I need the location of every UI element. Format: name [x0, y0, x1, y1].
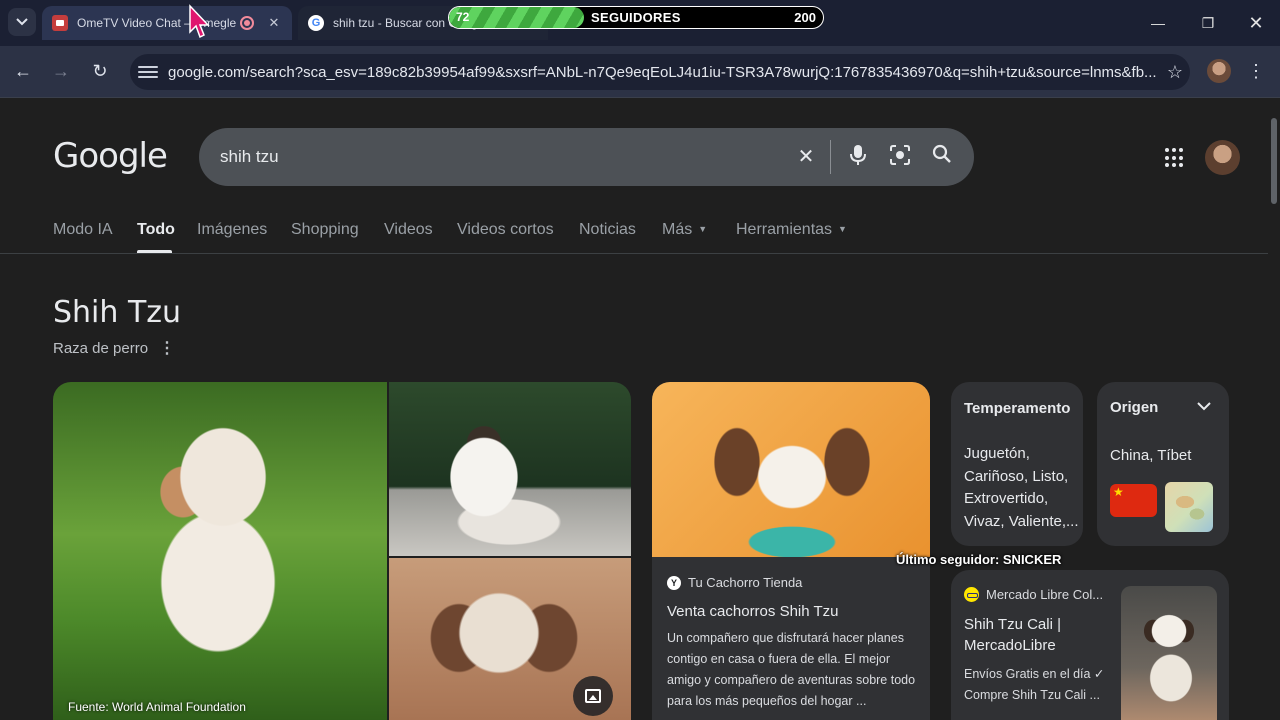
chevron-down-icon [16, 18, 28, 26]
mercadolibre-card[interactable]: Mercado Libre Col... Shih Tzu Cali | Mer… [951, 570, 1229, 720]
chevron-down-icon[interactable] [1197, 398, 1211, 414]
bookmark-star-icon[interactable]: ☆ [1160, 62, 1190, 83]
knowledge-panel-title: Shih Tzu [53, 295, 182, 330]
close-window-button[interactable]: ✕ [1241, 8, 1271, 38]
scrollbar-thumb[interactable] [1271, 118, 1277, 204]
followers-label: SEGUIDORES [591, 10, 681, 25]
store-card-description: Un compañero que disfrutará hacer planes… [667, 631, 916, 708]
profile-avatar[interactable] [1207, 59, 1231, 83]
scrollbar[interactable] [1268, 98, 1280, 720]
account-avatar[interactable] [1205, 140, 1240, 175]
image-source: Fuente: World Animal Foundation [68, 700, 246, 714]
china-flag-icon[interactable]: ★ [1110, 484, 1157, 517]
store-card[interactable]: Y Tu Cachorro Tienda Venta cachorros Shi… [652, 382, 930, 720]
google-logo[interactable]: Google [53, 136, 168, 176]
caret-down-icon: ▼ [838, 224, 847, 234]
search-tabs: Modo IA Todo Imágenes Shopping Videos Vi… [0, 218, 1268, 254]
tibet-map-image[interactable] [1165, 482, 1213, 532]
more-options-icon[interactable]: ⋮ [159, 338, 175, 358]
tab-imagenes[interactable]: Imágenes [197, 221, 267, 239]
reload-button[interactable]: ↻ [86, 57, 114, 85]
temperament-card[interactable]: Temperamento Juguetón, Cariñoso, Listo, … [951, 382, 1083, 546]
origin-text: China, Tíbet [1110, 447, 1192, 464]
shih-tzu-image-main[interactable] [53, 382, 387, 720]
ml-source-name: Mercado Libre Col... [986, 587, 1104, 602]
back-button[interactable]: ← [9, 57, 37, 85]
tab-todo[interactable]: Todo [137, 221, 175, 239]
caret-down-icon: ▼ [698, 224, 708, 234]
store-favicon-icon: Y [667, 575, 681, 590]
temperament-title: Temperamento [964, 400, 1071, 417]
knowledge-panel-subtitle: Raza de perro [53, 340, 149, 357]
ml-card-image[interactable] [1121, 586, 1217, 720]
browser-window: OmeTV Video Chat – Omegle ✕ G shih tzu -… [0, 0, 1280, 720]
clear-search-icon[interactable]: ✕ [793, 144, 819, 170]
followers-goal: 200 [794, 10, 816, 25]
browser-toolbar: ← → ↻ google.com/search?sca_esv=189c82b3… [0, 46, 1280, 98]
tab-videos[interactable]: Videos [384, 221, 433, 239]
minimize-button[interactable]: — [1143, 8, 1173, 38]
last-follower-overlay: Último seguidor: SNICKER [896, 552, 1062, 567]
ml-source[interactable]: Mercado Libre Col... [964, 587, 1103, 602]
followers-current: 72 [456, 10, 470, 24]
image-icon [585, 689, 601, 703]
store-card-image[interactable] [652, 382, 930, 557]
microphone-icon[interactable] [845, 144, 871, 170]
tab-modo-ia[interactable]: Modo IA [53, 221, 113, 239]
mercadolibre-favicon-icon [964, 587, 979, 602]
tab-ometv[interactable]: OmeTV Video Chat – Omegle ✕ [42, 6, 292, 40]
tab-herramientas-label: Herramientas [736, 221, 833, 238]
active-tab-indicator [137, 250, 172, 253]
tab-herramientas[interactable]: Herramientas ▼ [736, 221, 847, 239]
store-source-name: Tu Cachorro Tienda [688, 575, 803, 590]
image-collage[interactable]: Fuente: World Animal Foundation [53, 382, 631, 720]
url-text[interactable]: google.com/search?sca_esv=189c82b39954af… [168, 64, 1160, 81]
address-bar[interactable]: google.com/search?sca_esv=189c82b39954af… [130, 54, 1190, 90]
forward-button[interactable]: → [47, 57, 75, 85]
search-input[interactable]: shih tzu [220, 147, 279, 167]
search-icon[interactable] [929, 144, 955, 170]
mouse-cursor-icon [189, 4, 210, 39]
tab-shopping[interactable]: Shopping [291, 221, 359, 239]
ml-card-description: Envíos Gratis en el día ✓ Compre Shih Tz… [964, 667, 1105, 702]
google-apps-icon[interactable] [1165, 148, 1185, 168]
close-tab-icon[interactable]: ✕ [266, 15, 282, 31]
search-divider [830, 140, 831, 174]
origin-title: Origen [1110, 399, 1159, 416]
tab-title: OmeTV Video Chat – Omegle [77, 16, 237, 30]
tab-videos-cortos[interactable]: Videos cortos [457, 221, 554, 239]
view-images-button[interactable] [573, 676, 613, 716]
tab-search-button[interactable] [8, 8, 36, 36]
tab-mas[interactable]: Más ▼ [662, 221, 707, 239]
browser-menu-icon[interactable]: ⋮ [1246, 59, 1266, 83]
site-info-icon[interactable] [138, 62, 158, 82]
store-card-title[interactable]: Venta cachorros Shih Tzu [667, 603, 839, 620]
ometv-favicon-icon [52, 15, 68, 31]
restore-button[interactable]: ❐ [1193, 8, 1223, 38]
followers-goal-bar: 72 SEGUIDORES 200 [448, 6, 824, 29]
shih-tzu-image-top[interactable] [389, 382, 631, 556]
lens-camera-icon[interactable] [887, 144, 913, 170]
tab-noticias[interactable]: Noticias [579, 221, 636, 239]
search-box[interactable]: shih tzu ✕ [199, 128, 974, 186]
recording-icon [240, 16, 254, 30]
origin-card[interactable]: Origen China, Tíbet ★ [1097, 382, 1229, 546]
tab-mas-label: Más [662, 221, 693, 238]
google-favicon-icon: G [308, 15, 324, 31]
store-source[interactable]: Y Tu Cachorro Tienda [667, 575, 802, 590]
ml-card-title[interactable]: Shih Tzu Cali | MercadoLibre [964, 614, 1114, 656]
temperament-text: Juguetón, Cariñoso, Listo, Extrovertido,… [964, 445, 1079, 530]
